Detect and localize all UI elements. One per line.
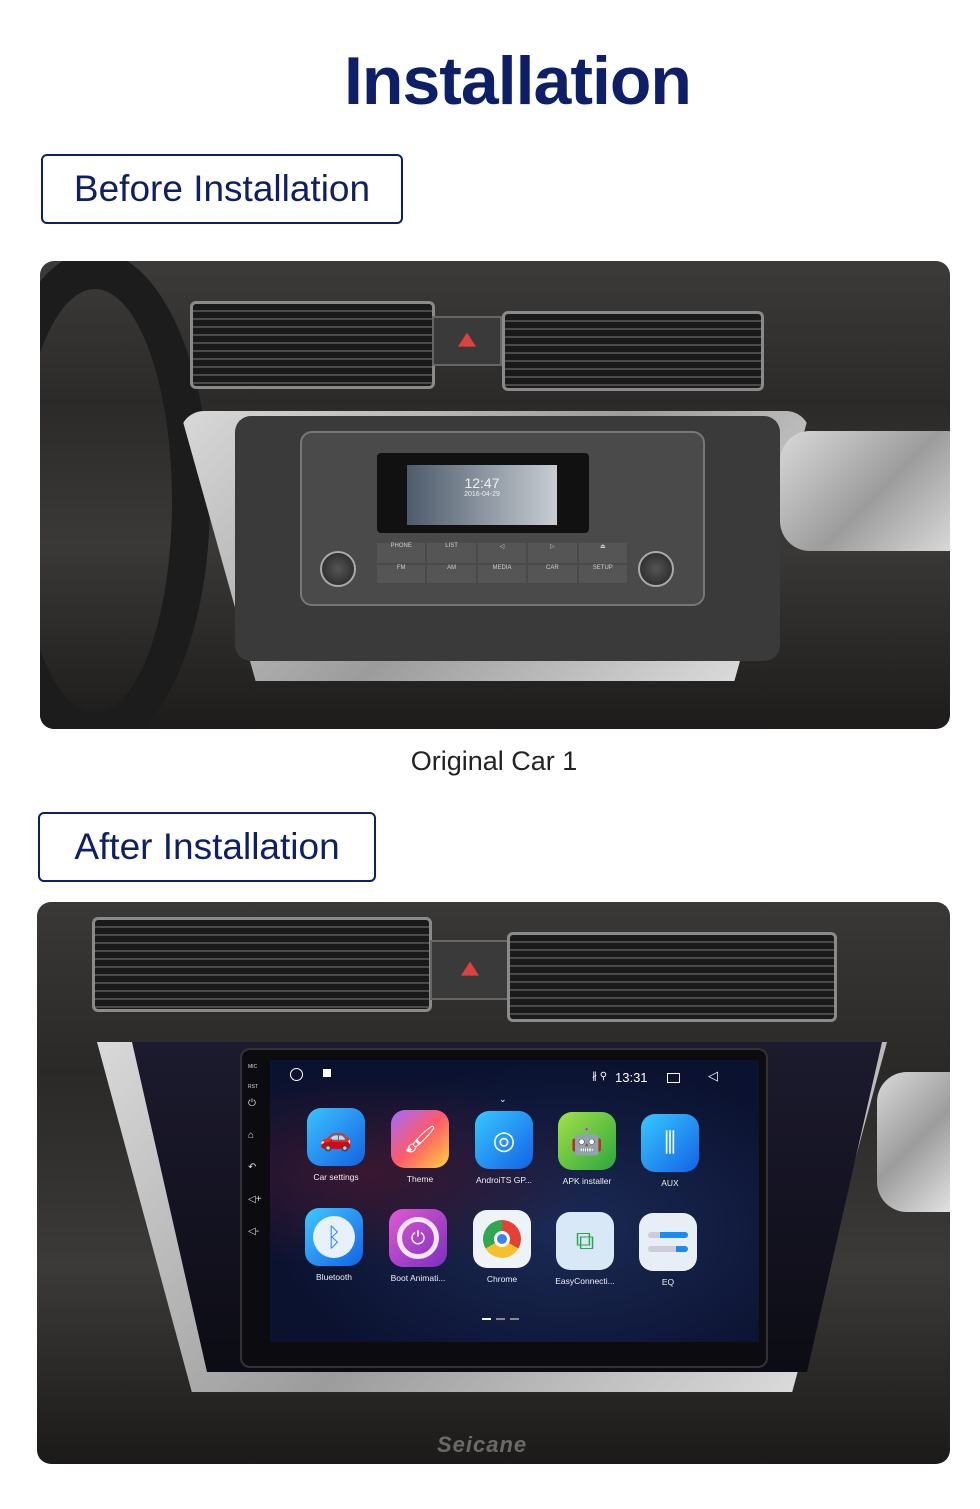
app-easyconnection[interactable]: ⧉ EasyConnecti... xyxy=(543,1212,627,1286)
app-boot-animation[interactable]: ⏻ Boot Animati... xyxy=(376,1209,460,1283)
radio-button: MEDIA xyxy=(477,564,527,583)
home-icon[interactable]: ⌂ xyxy=(248,1130,254,1141)
hazard-button xyxy=(430,940,510,1000)
gps-radar-icon: ◎ xyxy=(475,1111,533,1169)
back-icon[interactable]: ↶ xyxy=(248,1162,256,1173)
recent-apps-icon[interactable] xyxy=(667,1073,680,1083)
app-label: APK installer xyxy=(562,1176,612,1186)
app-label: AndroiTS GP... xyxy=(475,1175,533,1185)
radio-button: CAR xyxy=(528,564,577,583)
home-circle-icon[interactable] xyxy=(290,1068,303,1081)
power-icon: ⏻ xyxy=(389,1209,447,1267)
radio-time: 12:47 xyxy=(464,475,500,491)
right-trim xyxy=(780,431,950,551)
radio-button: ▷ xyxy=(528,543,577,563)
app-theme[interactable]: 🖌 Theme xyxy=(378,1110,462,1184)
original-car-photo: 12:47 2016-04-29 PHONE LIST ◁ ▷ ⏏ FM AM … xyxy=(40,261,950,729)
app-label: EQ xyxy=(661,1277,675,1287)
volume-up-icon[interactable]: ◁+ xyxy=(248,1194,262,1205)
page-dot[interactable] xyxy=(482,1318,491,1320)
app-label: AUX xyxy=(661,1178,679,1188)
app-eq[interactable]: EQ xyxy=(626,1213,710,1287)
gallery-icon[interactable] xyxy=(323,1069,331,1077)
app-apk-installer[interactable]: 🤖 APK installer xyxy=(545,1112,629,1186)
right-air-vent xyxy=(502,311,764,391)
before-caption: Original Car 1 xyxy=(410,746,578,776)
radio-button: LIST xyxy=(427,543,476,563)
volume-knob xyxy=(320,551,356,587)
reset-button[interactable]: RST xyxy=(248,1084,258,1090)
chevron-down-icon[interactable]: ⌄ xyxy=(499,1094,507,1105)
left-air-vent xyxy=(92,917,432,1012)
app-label: Theme xyxy=(406,1174,434,1184)
aux-jack-icon: ⫼ xyxy=(641,1114,699,1172)
radio-display: 12:47 2016-04-29 xyxy=(407,465,557,525)
bluetooth-status-icon: ∦ ⚲ xyxy=(592,1071,608,1082)
clock: 13:31 xyxy=(615,1070,648,1085)
radio-button: ◁ xyxy=(477,543,527,563)
bluetooth-icon: ᛒ xyxy=(305,1208,363,1266)
page-title: Installation xyxy=(344,43,692,119)
car-settings-icon: 🚗 xyxy=(307,1108,365,1166)
app-label: Boot Animati... xyxy=(390,1273,446,1283)
installed-car-photo: MIC RST ⏻ ⌂ ↶ ◁+ ◁- ∦ ⚲ 13:31 ◁ ⌄ 🚗 Car s… xyxy=(37,902,950,1464)
app-chrome[interactable]: Chrome xyxy=(460,1210,544,1284)
app-label: Car settings xyxy=(313,1172,359,1182)
right-trim xyxy=(877,1072,950,1212)
android-icon: 🤖 xyxy=(558,1112,616,1170)
back-triangle-icon[interactable]: ◁ xyxy=(708,1068,718,1084)
mic-label: MIC xyxy=(248,1064,258,1070)
before-installation-heading: Before Installation xyxy=(41,154,403,224)
app-label: Bluetooth xyxy=(316,1272,352,1282)
app-label: Chrome xyxy=(486,1274,518,1284)
radio-button: FM xyxy=(377,564,426,583)
radio-button: ⏏ xyxy=(578,543,627,563)
tune-knob xyxy=(638,551,674,587)
steering-wheel xyxy=(40,261,210,729)
radio-button: PHONE xyxy=(377,543,426,563)
app-androits-gps[interactable]: ◎ AndroiTS GP... xyxy=(462,1111,546,1185)
right-air-vent xyxy=(507,932,837,1022)
power-icon[interactable]: ⏻ xyxy=(248,1098,256,1109)
factory-radio: 12:47 2016-04-29 PHONE LIST ◁ ▷ ⏏ FM AM … xyxy=(300,431,705,606)
after-installation-heading: After Installation xyxy=(38,812,376,882)
radio-button: AM xyxy=(427,564,476,583)
eq-slider-icon xyxy=(639,1213,697,1271)
radio-date: 2016-04-29 xyxy=(464,491,500,498)
head-unit: MIC RST ⏻ ⌂ ↶ ◁+ ◁- ∦ ⚲ 13:31 ◁ ⌄ 🚗 Car s… xyxy=(240,1048,768,1368)
radio-buttons: PHONE LIST ◁ ▷ ⏏ FM AM MEDIA CAR SETUP xyxy=(377,543,627,583)
radio-button: SETUP xyxy=(578,564,627,583)
android-home-screen: ∦ ⚲ 13:31 ◁ ⌄ 🚗 Car settings 🖌 Theme ◎ Andr… xyxy=(270,1060,759,1342)
page-dot[interactable] xyxy=(496,1318,505,1320)
page-indicator xyxy=(482,1318,519,1320)
easyconnect-icon: ⧉ xyxy=(556,1212,614,1270)
seicane-watermark: Seicane xyxy=(437,1432,528,1457)
app-car-settings[interactable]: 🚗 Car settings xyxy=(294,1108,378,1182)
page-dot[interactable] xyxy=(510,1318,519,1320)
app-bluetooth[interactable]: ᛒ Bluetooth xyxy=(292,1208,376,1282)
chrome-icon xyxy=(473,1210,531,1268)
left-air-vent xyxy=(190,301,435,389)
app-aux[interactable]: ⫼ AUX xyxy=(628,1114,712,1188)
volume-down-icon[interactable]: ◁- xyxy=(248,1226,259,1237)
app-label: EasyConnecti... xyxy=(555,1276,615,1286)
theme-brush-icon: 🖌 xyxy=(391,1110,449,1168)
hazard-button xyxy=(432,316,502,366)
